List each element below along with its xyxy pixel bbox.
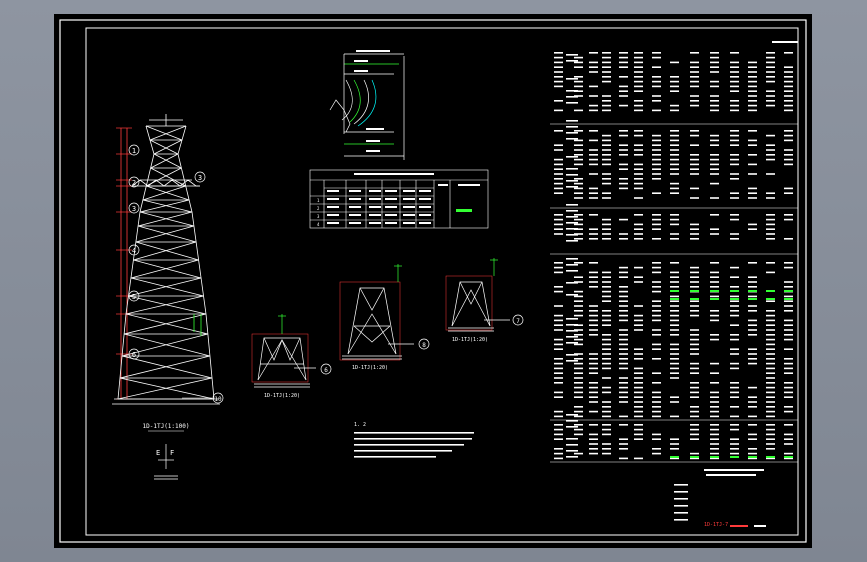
section-1-caption: 1D-1TJ(1:20): [264, 393, 300, 399]
section-view-2: 8 1D-1TJ(1:20): [340, 264, 429, 371]
panel-label-3-text: 3: [132, 205, 136, 213]
tower-elevation: [112, 114, 220, 404]
section-callout-10-text: 10: [214, 396, 222, 403]
notes-title: 1. 2: [354, 422, 366, 428]
insulator-table: 1 2 3 4: [310, 170, 488, 228]
ins-row-4: 4: [317, 222, 320, 227]
tower-drawing: 1 2 3 4 5 6 3 10 1D-1TJ(1:100) E F 1 2 3…: [54, 14, 812, 548]
panel-label-1-text: 1: [132, 147, 136, 155]
ground-mark-left: E: [156, 449, 160, 457]
cad-viewport: 1 2 3 4 5 6 3 10 1D-1TJ(1:100) E F 1 2 3…: [0, 0, 867, 562]
panel-label-4-text: 4: [132, 247, 136, 255]
section-callout-10: 10: [182, 393, 223, 403]
ins-row-1: 1: [317, 198, 320, 203]
material-schedule: 1D-1TJ-7: [550, 41, 798, 528]
tower-caption: 1D-1TJ(1:100): [143, 423, 190, 430]
schedule-drawing-mark: 1D-1TJ-7: [704, 522, 728, 528]
outer-frame: [60, 20, 806, 542]
panel-label-3: 3: [129, 203, 139, 213]
section-3-caption: 1D-1TJ(1:20): [452, 337, 488, 343]
ins-row-3: 3: [317, 214, 320, 219]
ins-row-2: 2: [317, 206, 320, 211]
drawing-sheet: 1 2 3 4 5 6 3 10 1D-1TJ(1:100) E F 1 2 3…: [54, 14, 812, 548]
ground-mark-right: F: [170, 449, 174, 457]
section-2-caption: 1D-1TJ(1:20): [352, 365, 388, 371]
panel-label-1: 1: [129, 145, 139, 155]
section-callout-3-text: 3: [198, 174, 202, 182]
ground-marker: E F: [154, 444, 178, 479]
section-view-1: 6 1D-1TJ(1:20): [252, 314, 331, 399]
section-1-mark: 6: [324, 367, 328, 374]
notes-block: 1. 2: [354, 422, 474, 458]
section-2-mark: 8: [422, 342, 426, 349]
section-view-3: 7 1D-1TJ(1:20): [446, 258, 523, 343]
section-callout-3: 3: [195, 172, 205, 182]
section-3-mark: 7: [516, 318, 520, 325]
panel-label-6-text: 6: [132, 351, 136, 359]
panel-label-2-text: 2: [132, 179, 136, 187]
panel-label-5-text: 5: [132, 293, 136, 301]
insulator-detail: [330, 50, 404, 160]
tower-panel-labels: 1 2 3 4 5 6 3 10 1D-1TJ(1:100): [129, 145, 223, 431]
